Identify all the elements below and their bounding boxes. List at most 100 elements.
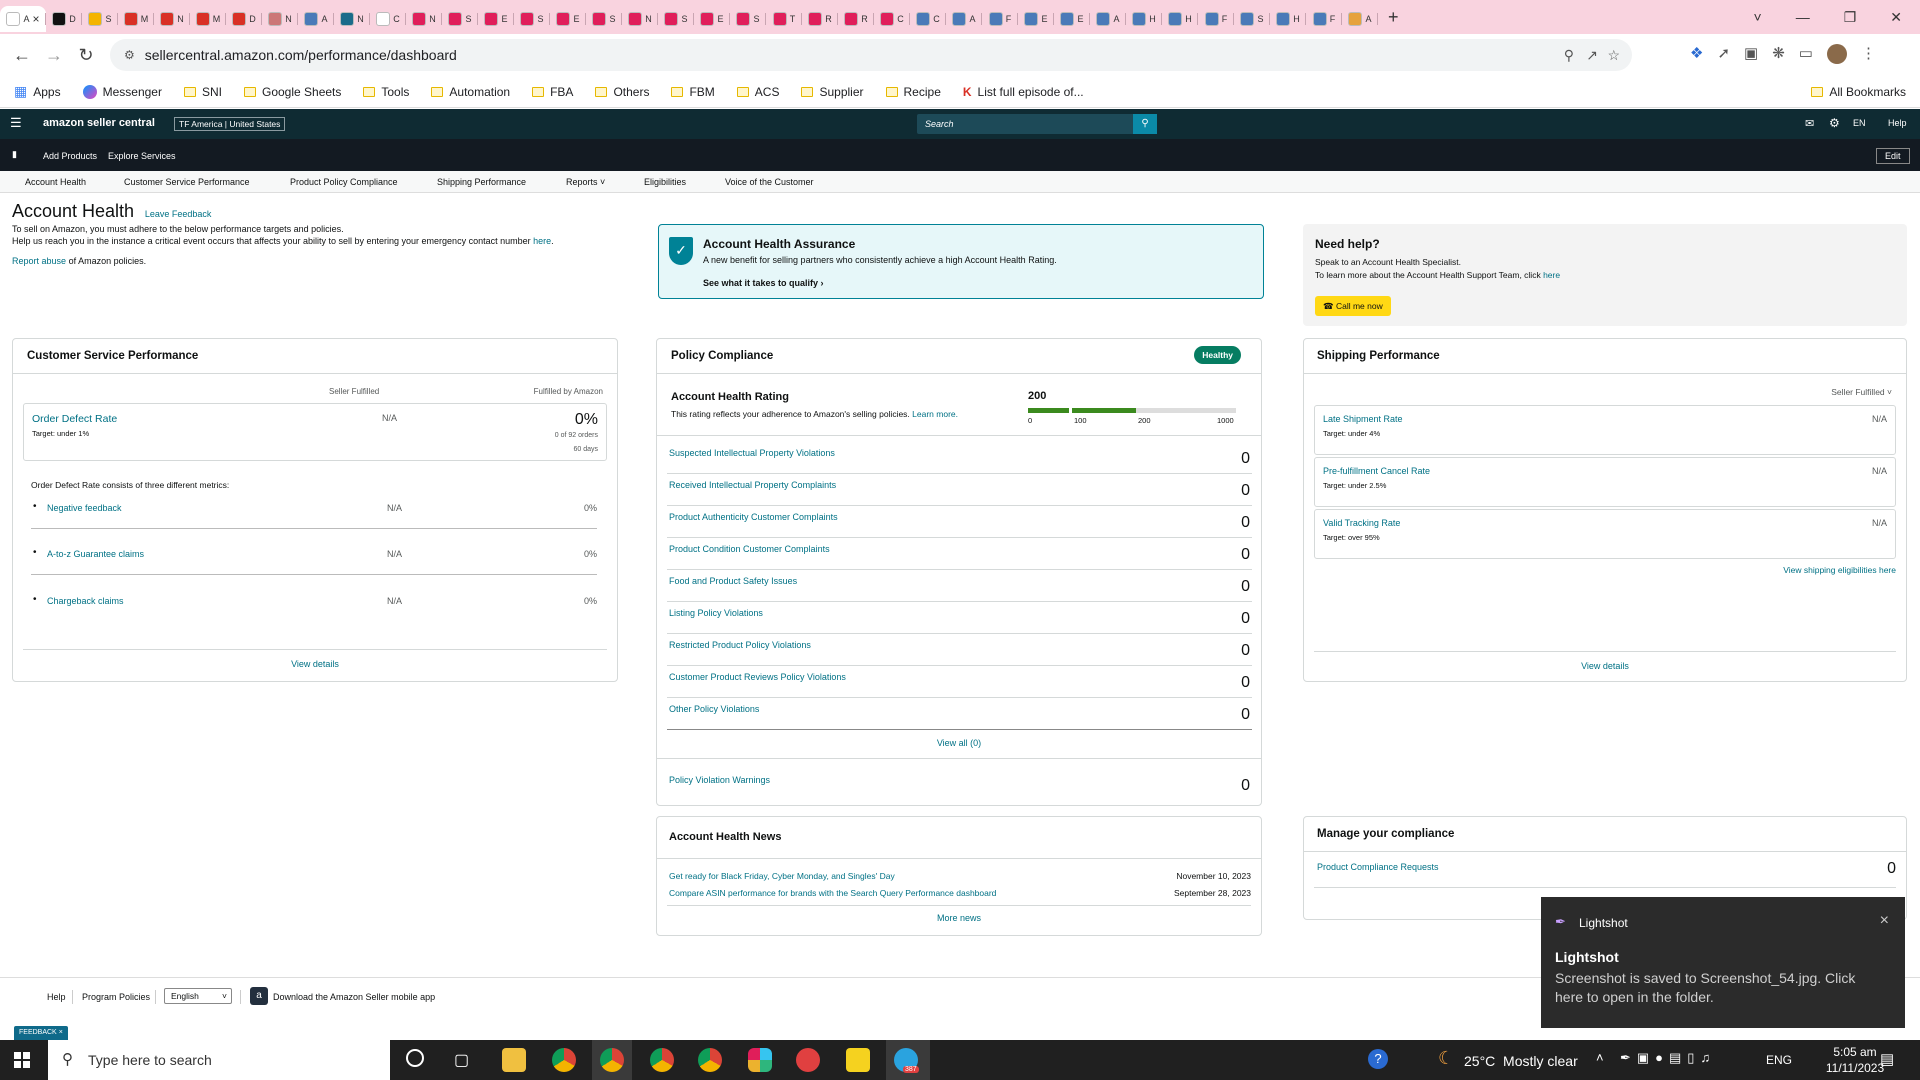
- browser-tab[interactable]: T: [766, 6, 802, 32]
- bookmark-link[interactable]: K List full episode of...: [963, 85, 1084, 99]
- policy-row-link[interactable]: Restricted Product Policy Violations: [669, 640, 811, 650]
- zoom-icon[interactable]: ⚲: [1564, 47, 1574, 64]
- input-language[interactable]: ENG: [1766, 1053, 1792, 1067]
- task-view-icon[interactable]: ▢: [454, 1050, 469, 1070]
- search-box[interactable]: Search ⚲: [917, 114, 1157, 134]
- compliance-requests-link[interactable]: Product Compliance Requests: [1317, 862, 1439, 872]
- browser-tab[interactable]: D: [46, 6, 82, 32]
- browser-tab[interactable]: N: [262, 6, 298, 32]
- more-news-link[interactable]: More news: [657, 913, 1261, 923]
- browser-tab[interactable]: F: [1306, 6, 1342, 32]
- file-explorer-icon[interactable]: [502, 1048, 526, 1072]
- weather-text[interactable]: 25°C Mostly clear: [1464, 1053, 1578, 1069]
- reload-icon[interactable]: ↻: [70, 39, 102, 71]
- bookmark-messenger[interactable]: Messenger: [82, 84, 162, 99]
- bookmark-folder[interactable]: Others: [595, 85, 649, 99]
- browser-tab[interactable]: M: [190, 6, 226, 32]
- download-app-link[interactable]: Download the Amazon Seller mobile app: [273, 992, 435, 1002]
- policy-row-link[interactable]: Other Policy Violations: [669, 704, 759, 714]
- language-select[interactable]: English ˅: [164, 988, 232, 1004]
- browser-tab[interactable]: C: [370, 6, 406, 32]
- browser-tab[interactable]: D: [226, 6, 262, 32]
- news-link[interactable]: Get ready for Black Friday, Cyber Monday…: [669, 871, 895, 881]
- browser-tab[interactable]: R: [838, 6, 874, 32]
- browser-tab[interactable]: E: [1054, 6, 1090, 32]
- news-link[interactable]: Compare ASIN performance for brands with…: [669, 888, 996, 898]
- call-me-button[interactable]: ☎ Call me now: [1315, 296, 1391, 316]
- policy-row-link[interactable]: Listing Policy Violations: [669, 608, 763, 618]
- avatar[interactable]: [1826, 44, 1847, 64]
- menu-icon[interactable]: ⋮: [1861, 44, 1876, 64]
- browser-tab[interactable]: A: [946, 6, 982, 32]
- search-icon[interactable]: ⚲: [1133, 114, 1157, 134]
- extension-icon[interactable]: ▣: [1744, 44, 1758, 64]
- bookmark-folder[interactable]: Tools: [363, 85, 409, 99]
- slack-icon[interactable]: [748, 1048, 772, 1072]
- browser-tab-active[interactable]: A ×: [0, 6, 46, 32]
- bookmark-folder[interactable]: FBA: [532, 85, 573, 99]
- sticky-notes-icon[interactable]: [846, 1048, 870, 1072]
- tab-product-policy[interactable]: Product Policy Compliance: [290, 177, 398, 187]
- close-window-icon[interactable]: ✕: [1890, 9, 1902, 26]
- leave-feedback-link[interactable]: Leave Feedback: [145, 209, 212, 219]
- cortana-icon[interactable]: [406, 1049, 424, 1067]
- shipping-row-link[interactable]: Late Shipment Rate: [1323, 414, 1403, 424]
- browser-tab[interactable]: N: [334, 6, 370, 32]
- language-selector[interactable]: EN: [1853, 118, 1866, 128]
- nav-add-products[interactable]: Add Products: [43, 151, 97, 161]
- tab-customer-service[interactable]: Customer Service Performance: [124, 177, 250, 187]
- store-selector[interactable]: TF America | United States: [174, 117, 286, 131]
- chrome-icon[interactable]: [552, 1048, 576, 1072]
- tab-account-health[interactable]: Account Health: [25, 177, 86, 187]
- footer-policies-link[interactable]: Program Policies: [82, 992, 150, 1002]
- edit-button[interactable]: Edit: [1876, 148, 1910, 164]
- chevron-up-icon[interactable]: ˄: [1596, 1050, 1604, 1065]
- browser-tab[interactable]: A: [298, 6, 334, 32]
- tab-shipping[interactable]: Shipping Performance: [437, 177, 526, 187]
- learn-more-link[interactable]: Learn more.: [912, 409, 958, 419]
- bookmark-all[interactable]: All Bookmarks: [1811, 85, 1906, 99]
- shipping-row-link[interactable]: Pre-fulfillment Cancel Rate: [1323, 466, 1430, 476]
- odr-link[interactable]: Order Defect Rate: [32, 413, 117, 425]
- browser-tab[interactable]: E: [478, 6, 514, 32]
- new-tab-icon[interactable]: +: [1388, 7, 1399, 28]
- windows-start-icon[interactable]: [14, 1052, 30, 1068]
- bookmark-apps[interactable]: ▦ Apps: [14, 83, 61, 100]
- shipping-row-link[interactable]: Valid Tracking Rate: [1323, 518, 1400, 528]
- browser-tab[interactable]: R: [802, 6, 838, 32]
- close-icon[interactable]: ×: [33, 12, 40, 26]
- browser-tab[interactable]: A: [1090, 6, 1126, 32]
- bookmark-folder[interactable]: Google Sheets: [243, 85, 341, 99]
- metric-link[interactable]: A-to-z Guarantee claims: [47, 549, 144, 559]
- tab-eligibilities[interactable]: Eligibilities: [644, 177, 686, 187]
- checklist-app-icon[interactable]: [796, 1048, 820, 1072]
- tray-icons[interactable]: ✒▣●▤▯♫: [1620, 1050, 1716, 1066]
- bookmark-folder[interactable]: Automation: [431, 85, 510, 99]
- browser-tab[interactable]: H: [1270, 6, 1306, 32]
- mail-icon[interactable]: ✉: [1805, 117, 1814, 130]
- back-icon[interactable]: ←: [6, 39, 38, 71]
- browser-tab[interactable]: E: [550, 6, 586, 32]
- settings-icon[interactable]: ⚙: [1829, 116, 1840, 130]
- browser-tab[interactable]: H: [1162, 6, 1198, 32]
- site-info-icon[interactable]: ⚙: [124, 48, 135, 62]
- nav-explore-services[interactable]: Explore Services: [108, 151, 176, 161]
- feedback-tab[interactable]: FEEDBACK ×: [14, 1026, 68, 1040]
- tab-reports[interactable]: Reports ˅: [566, 177, 605, 187]
- tab-voice-of-customer[interactable]: Voice of the Customer: [725, 177, 814, 187]
- policy-row-link[interactable]: Food and Product Safety Issues: [669, 576, 797, 586]
- bookmark-folder[interactable]: Supplier: [801, 85, 864, 99]
- forward-icon[interactable]: →: [38, 39, 70, 71]
- taskbar-search[interactable]: ⚲ Type here to search: [48, 1040, 390, 1080]
- logo[interactable]: amazon seller central: [43, 117, 155, 129]
- bookmark-icon[interactable]: ▮: [12, 149, 17, 160]
- close-icon[interactable]: ×: [1880, 912, 1889, 930]
- help-icon[interactable]: ?: [1368, 1049, 1388, 1069]
- browser-tab[interactable]: S: [514, 6, 550, 32]
- star-icon[interactable]: ☆: [1607, 47, 1620, 64]
- bookmark-folder[interactable]: ACS: [736, 85, 779, 99]
- chrome-icon[interactable]: [698, 1048, 722, 1072]
- shipping-eligibilities-link[interactable]: View shipping eligibilities here: [1783, 565, 1896, 575]
- bookmark-folder[interactable]: Recipe: [885, 85, 941, 99]
- emergency-contact-link[interactable]: here: [533, 236, 551, 246]
